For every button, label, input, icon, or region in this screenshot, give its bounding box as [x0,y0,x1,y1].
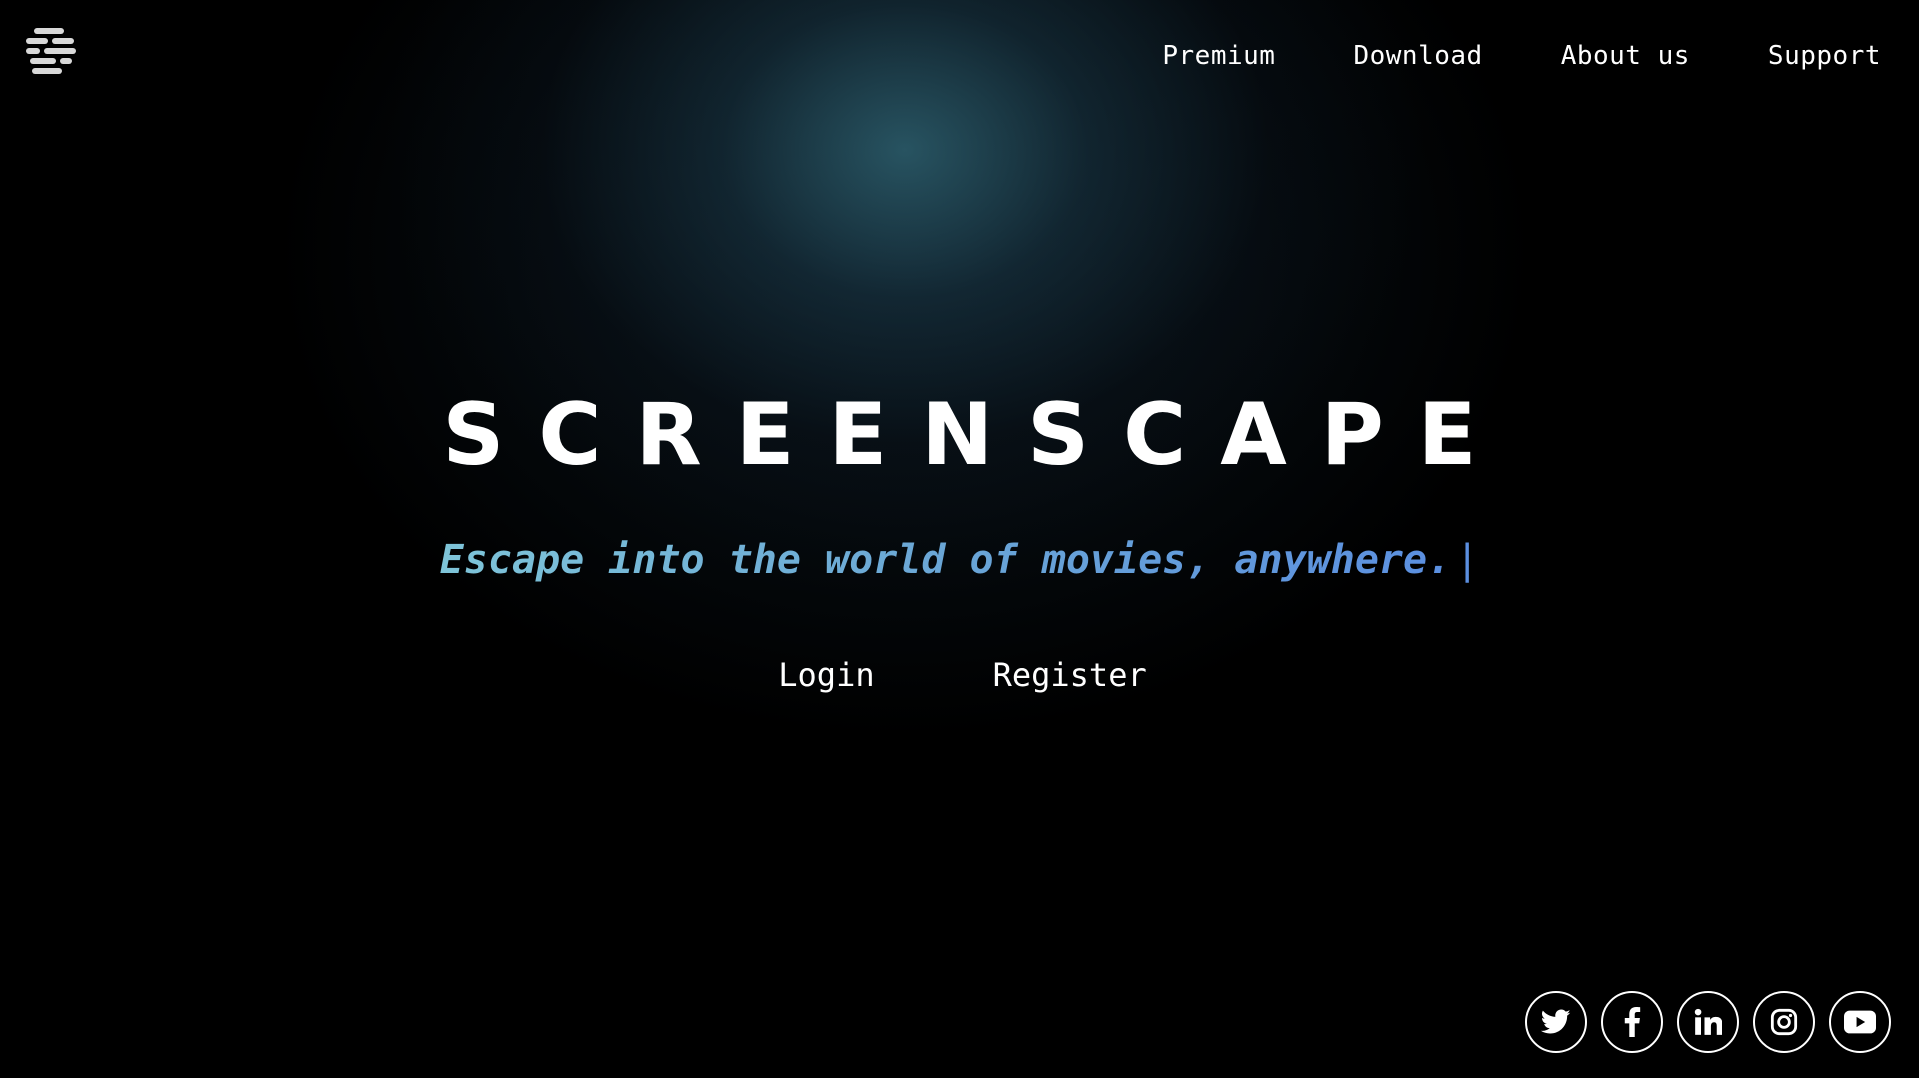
social-links [1525,991,1891,1053]
register-button[interactable]: Register [993,650,1147,700]
youtube-icon[interactable] [1829,991,1891,1053]
twitter-icon[interactable] [1525,991,1587,1053]
login-button[interactable]: Login [778,650,874,700]
typing-cursor: | [1455,537,1480,583]
page-title: SCREENSCAPE [442,385,1511,485]
linkedin-icon[interactable] [1677,991,1739,1053]
nav-premium[interactable]: Premium [1162,36,1275,76]
tagline: Escape into the world of movies, anywher… [0,532,1919,588]
top-nav: Premium Download About us Support [1162,36,1881,76]
auth-links: Login Register [0,650,1919,700]
nav-about-us[interactable]: About us [1561,36,1690,76]
facebook-icon[interactable] [1601,991,1663,1053]
tagline-text: Escape into the world of movies, anywher… [439,537,1452,583]
logo-icon[interactable] [24,24,78,78]
nav-download[interactable]: Download [1353,36,1482,76]
nav-support[interactable]: Support [1768,36,1881,76]
instagram-icon[interactable] [1753,991,1815,1053]
